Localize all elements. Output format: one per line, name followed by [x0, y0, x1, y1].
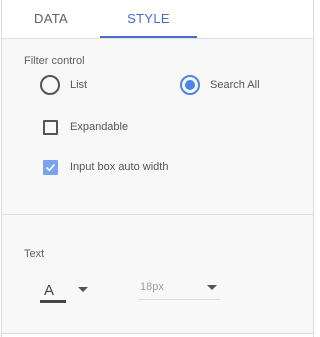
text-section-title: Text — [24, 248, 45, 260]
tab-data[interactable]: DATA — [2, 0, 100, 38]
font-color-button[interactable]: A — [40, 282, 66, 304]
font-size-value: 18px — [140, 281, 164, 293]
text-section: Text A 18px — [2, 215, 313, 334]
list-radio[interactable] — [40, 75, 60, 95]
font-color-swatch — [40, 300, 66, 303]
expandable-label: Expandable — [70, 121, 129, 133]
tab-style[interactable]: STYLE — [100, 0, 197, 38]
font-color-icon: A — [44, 282, 55, 299]
font-size-select[interactable]: 18px — [138, 279, 220, 300]
auto-width-label: Input box auto width — [70, 161, 169, 173]
tab-bar: DATA STYLE — [2, 0, 313, 39]
active-tab-indicator — [100, 36, 197, 38]
filter-control-title: Filter control — [24, 55, 85, 67]
filter-control-section: Filter control List Search All Expandabl… — [2, 39, 313, 215]
search-all-radio[interactable] — [180, 75, 200, 95]
font-color-dropdown-icon[interactable] — [78, 287, 88, 292]
chevron-down-icon — [207, 285, 217, 290]
auto-width-checkbox[interactable] — [43, 160, 58, 175]
expandable-checkbox[interactable] — [43, 120, 58, 135]
style-panel: DATA STYLE Filter control List Search Al… — [1, 0, 314, 337]
list-radio-label: List — [70, 79, 88, 91]
check-icon — [45, 163, 56, 172]
search-all-radio-label: Search All — [210, 79, 260, 91]
